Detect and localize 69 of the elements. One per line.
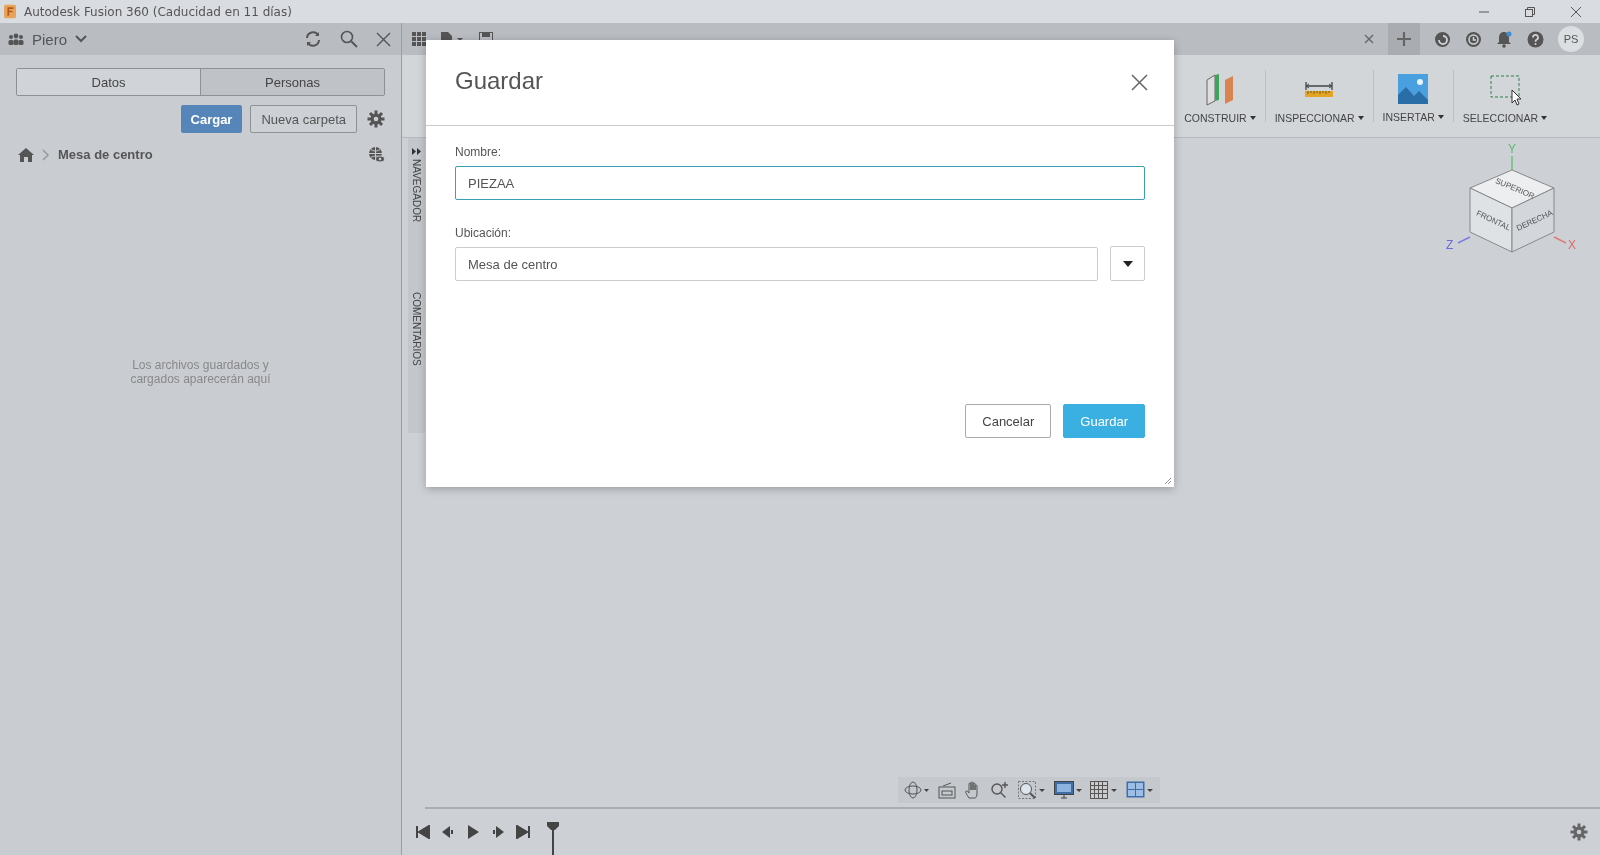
close-icon[interactable] <box>376 31 391 47</box>
cancel-button[interactable]: Cancelar <box>965 404 1052 438</box>
caret-icon[interactable] <box>1541 116 1547 120</box>
caret-icon[interactable] <box>1357 116 1364 120</box>
breadcrumb-folder[interactable]: Mesa de centro <box>58 147 153 162</box>
axis-label: Z <box>1446 239 1454 252</box>
bell-icon[interactable] <box>1496 30 1513 48</box>
settings-icon[interactable] <box>1570 823 1588 841</box>
axis-label: X <box>1568 239 1576 252</box>
side-tab[interactable]: NAVEGADOR <box>411 159 422 223</box>
close-tab-icon[interactable] <box>1364 34 1374 44</box>
axis-line <box>1553 236 1567 244</box>
empty-message: Los archivos guardados y cargados aparecerán aquí <box>129 358 272 388</box>
user-avatar[interactable]: PS <box>1558 26 1584 52</box>
window-title: Autodesk Fusion 360 (Caducidad en 11 días) <box>24 4 292 19</box>
home-icon[interactable] <box>18 147 34 162</box>
dropdown-button[interactable] <box>1110 246 1145 281</box>
clock-icon[interactable] <box>1465 30 1482 48</box>
display-icon[interactable] <box>1054 781 1082 799</box>
caret-icon[interactable] <box>1249 116 1256 120</box>
chevron-right-icon <box>42 148 50 161</box>
name-field[interactable]: PIEZAA <box>455 166 1145 200</box>
previous-step-icon[interactable] <box>441 825 455 839</box>
caret-icon <box>1122 260 1133 267</box>
upload-button[interactable]: Cargar <box>180 105 243 133</box>
restore-icon[interactable] <box>1524 5 1536 18</box>
field-label: Ubicación: <box>455 226 513 240</box>
ribbon-menu[interactable]: SELECCIONAR <box>1462 112 1538 124</box>
dialog-title: Guardar <box>455 66 544 95</box>
people-icon <box>8 33 24 45</box>
ribbon-menu[interactable]: CONSTRUIR <box>1184 112 1247 124</box>
axis-line <box>1511 155 1513 171</box>
play-icon[interactable] <box>466 825 480 839</box>
image-icon[interactable] <box>1397 73 1430 105</box>
close-icon[interactable] <box>1131 74 1148 91</box>
last-frame-icon[interactable] <box>516 825 530 839</box>
panel-tab[interactable]: Datos <box>17 69 200 95</box>
field-label: Nombre: <box>455 145 502 159</box>
next-step-icon[interactable] <box>491 825 505 839</box>
plus-icon <box>1397 32 1411 46</box>
side-tab[interactable]: COMENTARIOS <box>411 292 422 366</box>
axis-label: Y <box>1508 143 1516 156</box>
expand-icon[interactable] <box>411 148 422 155</box>
settings-icon[interactable] <box>367 110 385 128</box>
panel-tab[interactable]: Personas <box>200 69 384 95</box>
viewports-icon[interactable] <box>1126 781 1154 799</box>
close-icon[interactable] <box>1570 5 1582 18</box>
first-frame-icon[interactable] <box>416 825 430 839</box>
timeline-marker-icon[interactable] <box>547 822 559 855</box>
axis-line <box>1457 236 1471 244</box>
chevron-down-icon[interactable] <box>75 35 88 43</box>
app-logo-icon <box>4 4 16 19</box>
zoom-icon[interactable] <box>990 781 1010 799</box>
ribbon-menu[interactable]: INSPECCIONAR <box>1274 112 1355 124</box>
user-name[interactable]: Piero <box>32 30 68 48</box>
help-icon[interactable] <box>1527 30 1544 48</box>
zoom-window-icon[interactable] <box>1018 781 1046 799</box>
ribbon-menu[interactable]: INSERTAR <box>1382 111 1435 123</box>
search-icon[interactable] <box>340 30 358 48</box>
resize-grip-icon[interactable] <box>1164 477 1172 485</box>
caret-icon[interactable] <box>1437 115 1444 119</box>
location-field[interactable]: Mesa de centro <box>455 247 1098 281</box>
grid-menu-icon[interactable] <box>412 31 427 47</box>
refresh-icon[interactable] <box>304 30 322 48</box>
orbit-icon[interactable] <box>904 781 930 799</box>
new-tab-button[interactable] <box>1388 23 1420 55</box>
globe-icon[interactable] <box>368 146 385 163</box>
grid-icon[interactable] <box>1090 781 1118 799</box>
new-folder-button[interactable]: Nueva carpeta <box>250 105 357 133</box>
